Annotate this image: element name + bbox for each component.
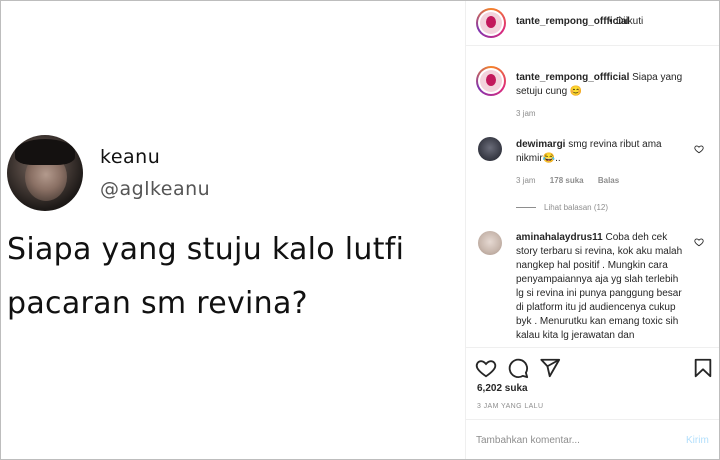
comment-username[interactable]: dewimargi — [516, 139, 565, 150]
comment-text-block: dewimargi smg revina ribut ama nikmir😂.. — [516, 138, 686, 166]
view-replies-button[interactable]: Lihat balasan (12) — [516, 203, 608, 212]
heart-icon[interactable] — [475, 357, 497, 379]
comment-username[interactable]: aminahalaydrus11 — [516, 232, 603, 243]
caption-username[interactable]: tante_rempong_offficial — [516, 72, 629, 83]
comment-like-icon[interactable] — [694, 237, 704, 247]
like-count[interactable]: 6,202 suka — [477, 383, 528, 394]
post-header: tante_rempong_offficial • Diikuti — [466, 1, 719, 46]
replies-divider — [516, 207, 536, 209]
side-panel: tante_rempong_offficial • Diikuti tante_… — [466, 1, 719, 459]
instagram-post-window: keanu @aglkeanu Siapa yang stuju kalo lu… — [0, 0, 720, 460]
bookmark-icon[interactable] — [692, 357, 714, 379]
paper-plane-icon[interactable] — [539, 357, 561, 379]
comment-input[interactable]: Tambahkan komentar... — [476, 435, 580, 446]
post-image[interactable]: keanu @aglkeanu Siapa yang stuju kalo lu… — [1, 1, 466, 459]
header-avatar[interactable] — [476, 8, 506, 38]
comment-bubble-icon[interactable] — [507, 357, 529, 379]
comment-meta: 3 jam 178 suka Balas — [516, 176, 631, 185]
tweet-text: Siapa yang stuju kalo lutfi pacaran sm r… — [7, 232, 405, 321]
view-replies-label: Lihat balasan (12) — [544, 203, 609, 212]
tweet-avatar — [7, 135, 83, 211]
caption-time-label: 3 jam — [516, 109, 536, 118]
comment-text: Coba deh cek story terbaru si revina, ko… — [516, 232, 683, 341]
follow-status-button[interactable]: Diikuti — [616, 16, 643, 27]
comment-time: 3 jam — [516, 176, 536, 185]
post-comment-button[interactable]: Kirim — [686, 435, 709, 446]
header-separator: • — [609, 16, 613, 27]
caption-time: 3 jam — [516, 109, 548, 118]
comment-avatar[interactable] — [478, 137, 502, 161]
tweet-handle: @aglkeanu — [100, 178, 211, 200]
comment-likes[interactable]: 178 suka — [550, 176, 584, 185]
comment-text-block: aminahalaydrus11 Coba deh cek story terb… — [516, 231, 686, 343]
post-time: 3 JAM YANG LALU — [477, 403, 544, 410]
comments-list[interactable]: tante_rempong_offficial Siapa yang setuj… — [466, 46, 719, 346]
tweet-name: keanu — [100, 146, 161, 168]
tweet-avatar-hair — [15, 139, 75, 165]
action-bar — [466, 347, 719, 388]
caption-text-block: tante_rempong_offficial Siapa yang setuj… — [516, 71, 686, 99]
caption-avatar[interactable] — [476, 66, 506, 96]
comment-like-icon[interactable] — [694, 144, 704, 154]
reply-button[interactable]: Balas — [598, 176, 619, 185]
add-comment-box: Tambahkan komentar... Kirim — [466, 419, 719, 459]
comment-avatar[interactable] — [478, 231, 502, 255]
